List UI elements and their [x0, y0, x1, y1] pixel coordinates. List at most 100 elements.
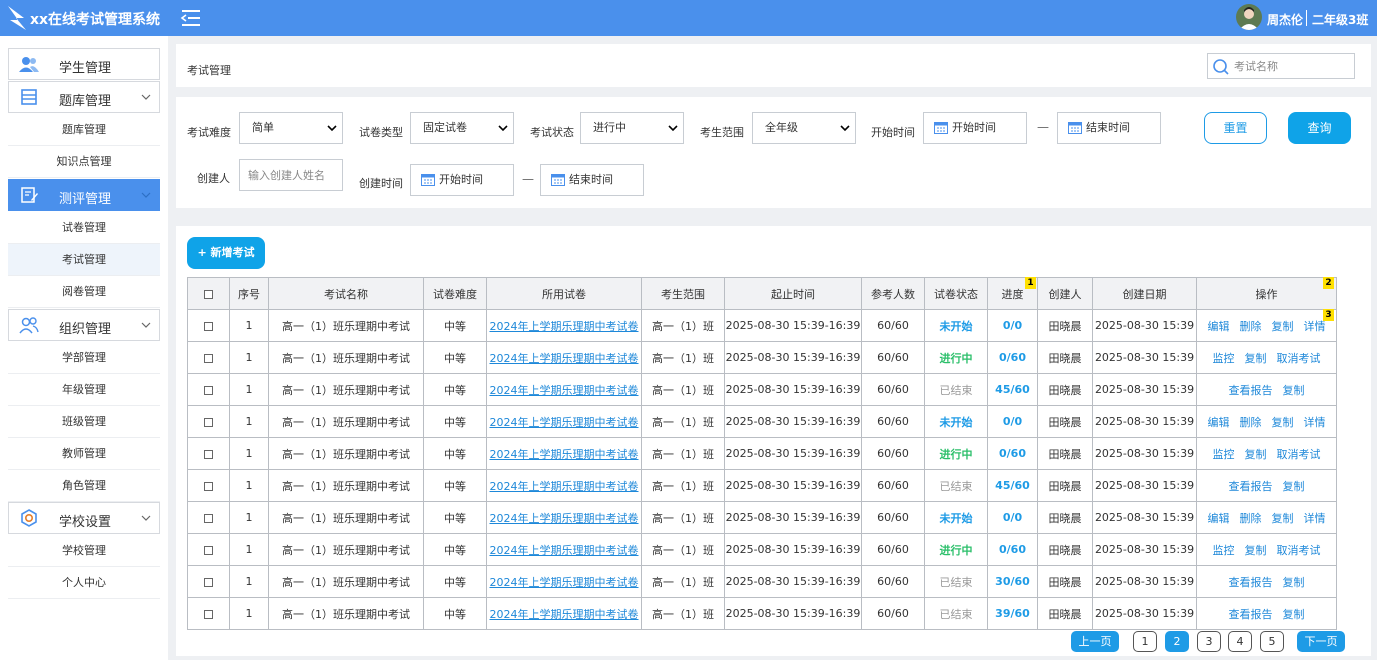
sidebar-item-teachers[interactable]: 教师管理: [8, 438, 160, 470]
row-action-link[interactable]: 详情: [1304, 416, 1326, 429]
row-select-cell[interactable]: [187, 597, 230, 630]
row-action-link[interactable]: 复制: [1272, 416, 1294, 429]
row-action-link[interactable]: 监控: [1213, 352, 1235, 365]
select-all-header[interactable]: [187, 277, 230, 310]
sidebar-item-school[interactable]: 学校管理: [8, 535, 160, 567]
row-checkbox[interactable]: [204, 353, 213, 363]
row-checkbox[interactable]: [204, 385, 213, 395]
sidebar-item-grading[interactable]: 阅卷管理: [8, 276, 160, 308]
paper-link[interactable]: 2024年上学期乐理期中考试卷: [490, 352, 639, 365]
row-select-cell[interactable]: [187, 469, 230, 502]
row-checkbox[interactable]: [204, 577, 213, 587]
row-action-link[interactable]: 删除: [1240, 512, 1262, 525]
row-checkbox[interactable]: [204, 417, 213, 427]
sidebar-item-papers[interactable]: 试卷管理: [8, 212, 160, 244]
row-action-link[interactable]: 监控: [1213, 448, 1235, 461]
create-time-from[interactable]: 开始时间: [410, 164, 514, 196]
page-button[interactable]: 5: [1260, 631, 1284, 652]
search-box[interactable]: [1207, 53, 1355, 79]
paper-link[interactable]: 2024年上学期乐理期中考试卷: [490, 448, 639, 461]
row-select-cell[interactable]: [187, 373, 230, 406]
start-time-to[interactable]: 结束时间: [1057, 112, 1161, 144]
row-checkbox[interactable]: [204, 545, 213, 555]
create-time-to[interactable]: 结束时间: [540, 164, 644, 196]
row-action-link[interactable]: 取消考试: [1277, 544, 1321, 557]
row-select-cell[interactable]: [187, 501, 230, 534]
row-checkbox[interactable]: [204, 481, 213, 491]
row-action-link[interactable]: 复制: [1272, 320, 1294, 333]
sidebar-item-departments[interactable]: 学部管理: [8, 342, 160, 374]
creator-input[interactable]: [239, 159, 343, 191]
row-action-link[interactable]: 复制: [1283, 576, 1305, 589]
row-select-cell[interactable]: [187, 533, 230, 566]
row-action-link[interactable]: 详情: [1304, 512, 1326, 525]
sidebar-item-profile[interactable]: 个人中心: [8, 567, 160, 599]
sidebar-item-knowledge[interactable]: 知识点管理: [8, 146, 160, 178]
paper-type-select[interactable]: 固定试卷: [410, 112, 514, 144]
row-action-link[interactable]: 查看报告: [1229, 480, 1273, 493]
row-action-link[interactable]: 查看报告: [1229, 576, 1273, 589]
menu-collapse-icon[interactable]: [180, 7, 202, 29]
paper-link[interactable]: 2024年上学期乐理期中考试卷: [490, 480, 639, 493]
paper-link[interactable]: 2024年上学期乐理期中考试卷: [490, 576, 639, 589]
row-action-link[interactable]: 监控: [1213, 544, 1235, 557]
row-checkbox[interactable]: [204, 449, 213, 459]
menu-group-question-bank[interactable]: 题库管理: [8, 81, 160, 113]
row-action-link[interactable]: 取消考试: [1277, 352, 1321, 365]
sidebar-item-question-bank[interactable]: 题库管理: [8, 114, 160, 146]
paper-link[interactable]: 2024年上学期乐理期中考试卷: [490, 512, 639, 525]
row-action-link[interactable]: 复制: [1283, 608, 1305, 621]
row-action-link[interactable]: 详情: [1304, 320, 1326, 333]
row-action-link[interactable]: 编辑: [1208, 416, 1230, 429]
prev-page-button[interactable]: 上一页: [1071, 631, 1119, 652]
row-select-cell[interactable]: [187, 437, 230, 470]
row-action-link[interactable]: 取消考试: [1277, 448, 1321, 461]
row-select-cell[interactable]: [187, 565, 230, 598]
menu-group-students[interactable]: 学生管理: [8, 48, 160, 80]
next-page-button[interactable]: 下一页: [1297, 631, 1345, 652]
sidebar-item-classes[interactable]: 班级管理: [8, 406, 160, 438]
reset-button[interactable]: 重置: [1204, 112, 1267, 144]
row-action-link[interactable]: 删除: [1240, 416, 1262, 429]
paper-link[interactable]: 2024年上学期乐理期中考试卷: [490, 384, 639, 397]
row-select-cell[interactable]: [187, 405, 230, 438]
row-action-link[interactable]: 复制: [1245, 448, 1267, 461]
row-action-link[interactable]: 复制: [1283, 480, 1305, 493]
sidebar-item-grades[interactable]: 年级管理: [8, 374, 160, 406]
row-action-link[interactable]: 复制: [1272, 512, 1294, 525]
paper-link[interactable]: 2024年上学期乐理期中考试卷: [490, 320, 639, 333]
row-action-link[interactable]: 编辑: [1208, 512, 1230, 525]
row-checkbox[interactable]: [204, 513, 213, 523]
paper-link[interactable]: 2024年上学期乐理期中考试卷: [490, 544, 639, 557]
row-action-link[interactable]: 查看报告: [1229, 608, 1273, 621]
search-input[interactable]: [1234, 57, 1352, 75]
row-select-cell[interactable]: [187, 309, 230, 342]
row-action-link[interactable]: 查看报告: [1229, 384, 1273, 397]
scope-select[interactable]: 全年级: [752, 112, 856, 144]
paper-link[interactable]: 2024年上学期乐理期中考试卷: [490, 416, 639, 429]
row-checkbox[interactable]: [204, 321, 213, 331]
add-exam-button[interactable]: + 新增考试: [187, 237, 265, 269]
user-name[interactable]: 周杰伦: [1267, 11, 1303, 28]
menu-group-school-settings[interactable]: 学校设置: [8, 502, 160, 534]
start-time-from[interactable]: 开始时间: [923, 112, 1027, 144]
difficulty-select[interactable]: 简单: [239, 112, 343, 144]
page-button[interactable]: 3: [1197, 631, 1221, 652]
menu-group-evaluation[interactable]: 测评管理: [8, 179, 160, 211]
sidebar-item-exams[interactable]: 考试管理: [8, 244, 160, 276]
row-action-link[interactable]: 复制: [1245, 544, 1267, 557]
row-action-link[interactable]: 复制: [1245, 352, 1267, 365]
select-all-checkbox[interactable]: [204, 289, 213, 299]
row-action-link[interactable]: 编辑: [1208, 320, 1230, 333]
row-action-link[interactable]: 复制: [1283, 384, 1305, 397]
row-checkbox[interactable]: [204, 609, 213, 619]
row-action-link[interactable]: 删除: [1240, 320, 1262, 333]
sidebar-item-roles[interactable]: 角色管理: [8, 470, 160, 502]
page-button[interactable]: 4: [1228, 631, 1252, 652]
menu-group-organization[interactable]: 组织管理: [8, 309, 160, 341]
page-button[interactable]: 1: [1133, 631, 1157, 652]
avatar[interactable]: [1236, 4, 1262, 30]
status-select[interactable]: 进行中: [580, 112, 684, 144]
paper-link[interactable]: 2024年上学期乐理期中考试卷: [490, 608, 639, 621]
page-button-current[interactable]: 2: [1165, 631, 1189, 652]
